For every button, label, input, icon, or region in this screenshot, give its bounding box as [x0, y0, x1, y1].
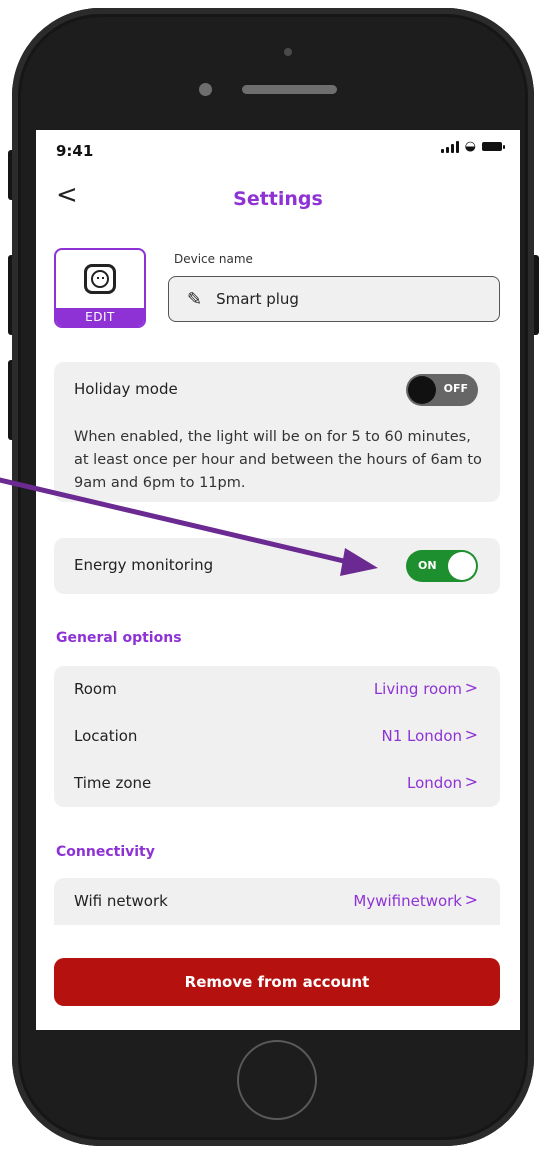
connectivity-heading: Connectivity — [56, 844, 155, 860]
row-label: Wifi network — [74, 892, 168, 910]
status-time: 9:41 — [56, 142, 94, 160]
toggle-knob — [408, 376, 436, 404]
row-value: Mywifinetwork — [353, 892, 462, 910]
energy-monitoring-toggle[interactable]: ON — [406, 550, 478, 582]
signal-icon — [440, 140, 459, 153]
connectivity-list: Wifi network Mywifinetwork > — [54, 878, 500, 925]
edit-icon-button[interactable]: EDIT — [56, 308, 144, 326]
row-value: London — [407, 774, 462, 792]
status-icons: ◒ — [440, 139, 505, 154]
device-name-value: Smart plug — [216, 290, 299, 308]
energy-monitoring-label: Energy monitoring — [74, 556, 214, 574]
general-options-heading: General options — [56, 630, 182, 646]
chevron-right-icon: > — [464, 772, 478, 791]
row-value: N1 London — [381, 727, 462, 745]
earpiece-speaker — [242, 85, 337, 94]
energy-monitoring-card: Energy monitoring ON — [54, 538, 500, 594]
holiday-mode-label: Holiday mode — [74, 380, 178, 398]
row-label: Room — [74, 680, 117, 698]
power-socket-icon — [84, 264, 116, 294]
front-camera-dot — [284, 48, 292, 56]
toggle-knob — [448, 552, 476, 580]
time-zone-row[interactable]: Time zone London > — [54, 760, 500, 807]
camera-lens — [199, 83, 212, 96]
row-label: Location — [74, 727, 138, 745]
wifi-network-row[interactable]: Wifi network Mywifinetwork > — [54, 878, 500, 925]
device-name-field[interactable]: ✎ Smart plug — [168, 276, 500, 322]
chevron-right-icon: > — [464, 678, 478, 697]
row-label: Time zone — [74, 774, 152, 792]
device-name-label: Device name — [174, 252, 253, 266]
chevron-right-icon: > — [464, 890, 478, 909]
holiday-mode-description: When enabled, the light will be on for 5… — [74, 429, 482, 491]
remove-from-account-button[interactable]: Remove from account — [54, 958, 500, 1006]
home-button — [237, 1040, 317, 1120]
wifi-icon: ◒ — [464, 139, 476, 154]
toggle-state-label: OFF — [443, 382, 468, 395]
holiday-mode-toggle[interactable]: OFF — [406, 374, 478, 406]
location-row[interactable]: Location N1 London > — [54, 713, 500, 760]
device-icon-tile[interactable]: EDIT — [54, 248, 146, 328]
chevron-right-icon: > — [464, 725, 478, 744]
pencil-edit-icon: ✎ — [187, 288, 203, 310]
holiday-mode-card: Holiday mode OFF When enabled, the light… — [54, 362, 500, 502]
general-options-list: Room Living room > Location N1 London > … — [54, 666, 500, 807]
room-row[interactable]: Room Living room > — [54, 666, 500, 713]
battery-icon — [482, 142, 505, 151]
page-title: Settings — [233, 188, 323, 210]
app-screen: 9:41 ◒ < Settings EDIT Device name ✎ Sma… — [36, 130, 520, 1030]
row-value: Living room — [373, 680, 462, 698]
toggle-state-label: ON — [418, 559, 437, 572]
